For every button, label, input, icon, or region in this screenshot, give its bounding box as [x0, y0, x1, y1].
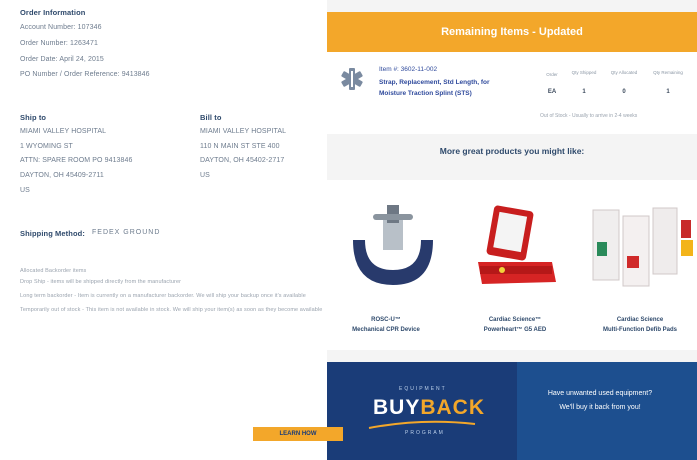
suggestions-heading: More great products you might like:	[439, 146, 585, 156]
bill-to-line: 110 N MAIN ST STE 400	[200, 143, 280, 150]
remaining-items-header: Remaining Items - Updated	[327, 12, 697, 52]
qty-remaining: 1	[666, 89, 670, 95]
ship-to-line: DAYTON, OH 45409-2711	[20, 172, 104, 179]
shipping-method-value: FEDEX GROUND	[92, 229, 161, 236]
buyback-eyebrow: EQUIPMENT	[399, 386, 447, 392]
remaining-items-title: Remaining Items - Updated	[441, 26, 583, 38]
buyback-banner[interactable]: EQUIPMENT BUYBACK PROGRAM Have unwanted …	[327, 362, 697, 460]
order-number: Order Number: 1263471	[20, 40, 98, 47]
buyback-program: PROGRAM	[405, 430, 445, 436]
product-name[interactable]: Cardiac Science™	[460, 316, 570, 325]
bill-to-line: DAYTON, OH 45402-2717	[200, 157, 285, 164]
po-number: PO Number / Order Reference: 9413846	[20, 71, 150, 78]
product-name[interactable]: Mechanical CPR Device	[331, 326, 441, 335]
column-header: Qty Shipped	[571, 70, 597, 75]
item-description-link[interactable]: Strap, Replacement, Std Length, for	[379, 79, 490, 86]
cpr-device-image[interactable]	[343, 200, 443, 290]
buyback-tagline: We'll buy it back from you!	[559, 404, 641, 411]
buyback-logo-area: EQUIPMENT BUYBACK PROGRAM	[327, 362, 517, 460]
column-header: Qty Remaining	[653, 70, 683, 75]
stock-note: Out of Stock - Usually to arrive in 2-4 …	[540, 113, 638, 119]
bill-to-heading: Bill to	[200, 113, 222, 122]
product-name[interactable]: Multi-Function Defib Pads	[585, 326, 695, 335]
account-number: Account Number: 107346	[20, 24, 102, 31]
footnote: Temporarily out of stock - This item is …	[20, 307, 323, 313]
buyback-logo-buy: BUY	[373, 396, 421, 419]
order-date: Order Date: April 24, 2015	[20, 56, 104, 63]
order-info-heading: Order Information	[20, 8, 86, 17]
learn-how-button[interactable]: LEARN HOW	[253, 427, 343, 441]
buyback-logo-back: BACK	[420, 396, 486, 419]
ship-to-line: US	[20, 187, 30, 194]
qty-unit: EA	[547, 89, 557, 95]
item-description-link[interactable]: Moisture Traction Splint (STS)	[379, 90, 472, 97]
aed-device-image[interactable]	[472, 204, 560, 290]
column-header: Qty Allocated	[610, 70, 638, 75]
qty-allocated: 0	[622, 89, 626, 95]
ship-to-line: MIAMI VALLEY HOSPITAL	[20, 128, 107, 135]
footnote: Allocated Backorder items	[20, 268, 87, 274]
footnote: Drop Ship - items will be shipped direct…	[20, 279, 182, 285]
product-name[interactable]: ROSC-U™	[331, 316, 441, 325]
remaining-item-card: Item #: 3602-11-002 Strap, Replacement, …	[327, 52, 697, 134]
column-header: Order	[546, 72, 558, 77]
swoosh-icon	[368, 420, 476, 429]
defib-pads-image[interactable]	[589, 206, 697, 292]
order-panel: Order Information Account Number: 107346…	[0, 0, 328, 460]
buyback-tagline: Have unwanted used equipment?	[547, 390, 653, 397]
bill-to-line: MIAMI VALLEY HOSPITAL	[200, 128, 287, 135]
suggestions-row: ROSC-U™ Mechanical CPR Device Cardiac Sc…	[327, 180, 697, 350]
product-name[interactable]: Powerheart™ G5 AED	[460, 326, 570, 335]
ship-to-line: 1 WYOMING ST	[20, 143, 73, 150]
shipping-method-label: Shipping Method:	[20, 229, 85, 238]
product-name[interactable]: Cardiac Science	[585, 316, 695, 325]
bill-to-line: US	[200, 172, 210, 179]
footnote: Long term backorder - Item is currently …	[20, 293, 306, 299]
buyback-logo: BUYBACK	[373, 396, 485, 420]
star-of-life-icon	[341, 68, 363, 90]
ship-to-line: ATTN: SPARE ROOM PO 9413846	[20, 157, 133, 164]
item-number-link[interactable]: Item #: 3602-11-002	[379, 66, 437, 73]
ship-to-heading: Ship to	[20, 113, 47, 122]
qty-shipped: 1	[582, 89, 586, 95]
